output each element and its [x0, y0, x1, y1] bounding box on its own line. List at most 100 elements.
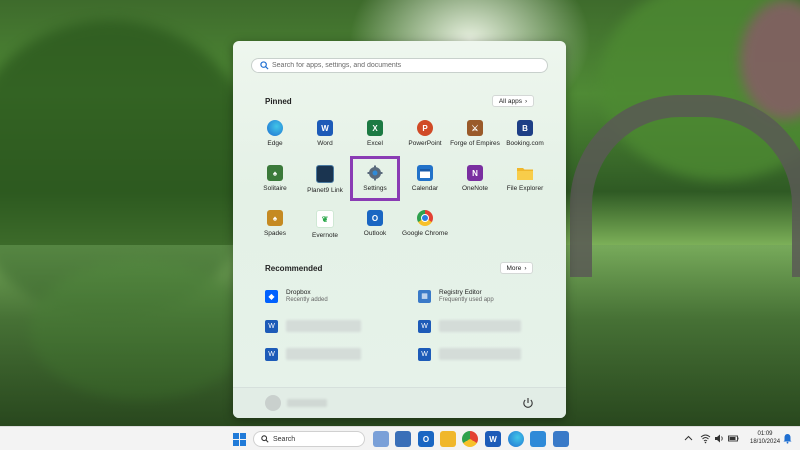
- app-label: Calendar: [411, 185, 439, 192]
- excel-icon: X: [367, 120, 383, 136]
- notification-bell-icon[interactable]: [782, 433, 793, 444]
- pinned-app-booking[interactable]: B Booking.com: [500, 111, 550, 155]
- app-label: PowerPoint: [408, 140, 442, 147]
- booking-icon: B: [517, 120, 533, 136]
- recommended-item-doc[interactable]: W: [418, 343, 521, 365]
- chrome-icon: [417, 210, 433, 226]
- clock-time: 01:09: [757, 431, 773, 437]
- edge-icon[interactable]: [508, 431, 524, 447]
- all-apps-button[interactable]: All apps ›: [492, 95, 534, 107]
- recommended-title: Recommended: [265, 264, 323, 273]
- power-button[interactable]: [521, 396, 535, 410]
- recommended-item-registry-editor[interactable]: ▦ Registry Editor Frequently used app: [418, 285, 494, 307]
- app-label: Excel: [367, 140, 383, 147]
- word-doc-icon: W: [265, 347, 278, 361]
- edge-icon: [267, 120, 283, 136]
- chevron-right-icon: ›: [524, 264, 527, 272]
- pinned-app-google-chrome[interactable]: Google Chrome: [400, 201, 450, 245]
- start-menu-footer: [233, 387, 566, 418]
- recommended-item-doc[interactable]: W: [418, 315, 521, 337]
- pinned-app-onenote[interactable]: N OneNote: [450, 156, 500, 200]
- planet9-link-icon: [316, 165, 334, 183]
- app-label: Forge of Empires: [450, 140, 500, 147]
- pinned-title: Pinned: [265, 97, 292, 106]
- settings-highlight-box: [350, 156, 400, 201]
- start-search-box[interactable]: [251, 58, 548, 73]
- pinned-app-evernote[interactable]: ❦ Evernote: [300, 201, 350, 245]
- forge-of-empires-icon: ⚔: [467, 120, 483, 136]
- pinned-app-file-explorer[interactable]: File Explorer: [500, 156, 550, 200]
- start-menu: Pinned All apps › Edge W Word X Excel P …: [233, 41, 566, 418]
- registry-editor-icon: ▦: [418, 289, 431, 303]
- pinned-app-excel[interactable]: X Excel: [350, 111, 400, 155]
- recommended-item-dropbox[interactable]: ◆ Dropbox Recently added: [265, 285, 328, 307]
- rec-title: Dropbox: [286, 289, 311, 296]
- windows-logo-icon: [232, 432, 246, 446]
- recommended-item-doc[interactable]: W: [265, 343, 361, 365]
- app-label: OneNote: [461, 185, 489, 192]
- app-label: File Explorer: [506, 185, 544, 192]
- battery-icon[interactable]: [728, 433, 739, 444]
- pinned-app-calendar[interactable]: Calendar: [400, 156, 450, 200]
- start-button[interactable]: [231, 431, 247, 447]
- app-label: Edge: [267, 140, 283, 147]
- wifi-icon[interactable]: [700, 433, 711, 444]
- folder-icon[interactable]: [440, 431, 456, 447]
- more-label: More: [506, 264, 522, 272]
- taskbar-search[interactable]: Search: [253, 431, 365, 447]
- task-view-icon[interactable]: [373, 431, 389, 447]
- rec-subtitle: Frequently used app: [439, 297, 494, 303]
- chevron-up-icon[interactable]: [683, 433, 694, 444]
- onenote-icon: N: [467, 165, 483, 181]
- registry-editor-icon[interactable]: [553, 431, 569, 447]
- app-store-icon[interactable]: [395, 431, 411, 447]
- rec-title: Registry Editor: [439, 289, 482, 296]
- app-label: Booking.com: [506, 140, 544, 147]
- rec-subtitle: Recently added: [286, 297, 328, 303]
- app-label: Evernote: [311, 232, 339, 239]
- app-label: Planet9 Link: [307, 187, 343, 194]
- outlook-icon[interactable]: O: [418, 431, 434, 447]
- calendar-icon: [417, 165, 433, 181]
- word-doc-icon: W: [418, 347, 431, 361]
- spades-icon: ♠: [267, 210, 283, 226]
- snipping-tool-icon[interactable]: [530, 431, 546, 447]
- more-button[interactable]: More ›: [500, 262, 533, 274]
- chrome-icon[interactable]: [462, 431, 478, 447]
- evernote-icon: ❦: [316, 210, 334, 228]
- pinned-app-solitaire[interactable]: ♠ Solitaire: [250, 156, 300, 200]
- pinned-app-word[interactable]: W Word: [300, 111, 350, 155]
- pinned-app-outlook[interactable]: O Outlook: [350, 201, 400, 245]
- app-label: Spades: [263, 230, 287, 237]
- outlook-icon: O: [367, 210, 383, 226]
- start-search-input[interactable]: [272, 62, 532, 69]
- pinned-app-forge-of-empires[interactable]: ⚔ Forge of Empires: [450, 111, 500, 155]
- pinned-app-powerpoint[interactable]: P PowerPoint: [400, 111, 450, 155]
- word-icon[interactable]: W: [485, 431, 501, 447]
- taskbar: Search O W 01:09 18/10/2024: [0, 426, 800, 450]
- power-icon: [523, 398, 533, 408]
- recommended-item-doc[interactable]: W: [265, 315, 361, 337]
- word-doc-icon: W: [265, 319, 278, 333]
- avatar[interactable]: [265, 395, 281, 411]
- clock-date: 18/10/2024: [750, 439, 781, 445]
- powerpoint-icon: P: [417, 120, 433, 136]
- taskbar-search-label: Search: [273, 435, 296, 443]
- system-clock[interactable]: 01:09 18/10/2024: [750, 430, 780, 446]
- app-label: Google Chrome: [402, 230, 448, 237]
- word-icon: W: [317, 120, 333, 136]
- pinned-app-spades[interactable]: ♠ Spades: [250, 201, 300, 245]
- app-label: Word: [317, 140, 333, 147]
- dropbox-icon: ◆: [265, 289, 278, 303]
- pinned-app-edge[interactable]: Edge: [250, 111, 300, 155]
- search-icon: [261, 435, 269, 443]
- chevron-right-icon: ›: [524, 97, 528, 105]
- pinned-app-planet9-link[interactable]: Planet9 Link: [300, 156, 350, 200]
- username-redacted: [287, 399, 327, 407]
- solitaire-icon: ♠: [267, 165, 283, 181]
- search-icon: [260, 61, 269, 70]
- volume-icon[interactable]: [714, 433, 725, 444]
- folder-icon: [517, 165, 533, 181]
- app-label: Outlook: [363, 230, 387, 237]
- app-label: Solitaire: [263, 185, 287, 192]
